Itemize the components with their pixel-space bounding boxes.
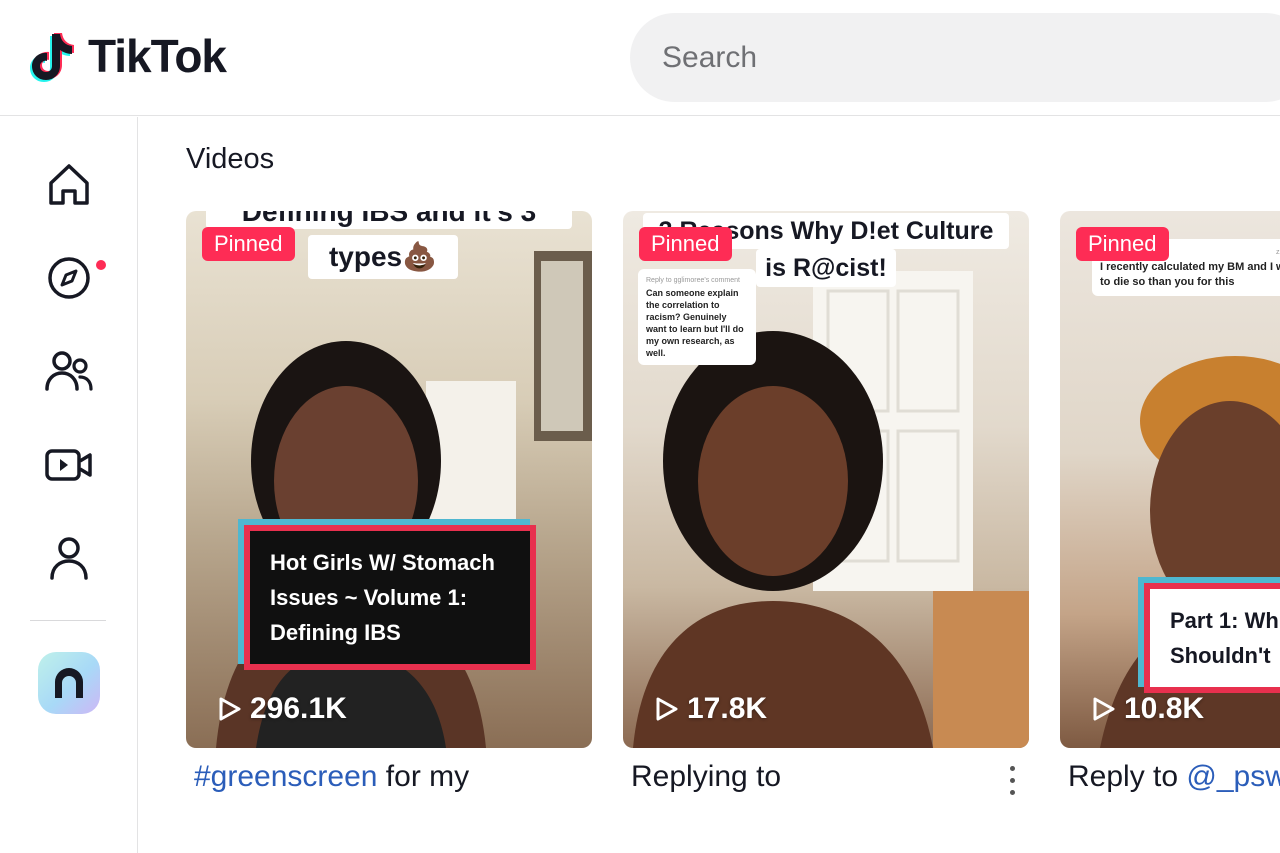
overlay-title-card: Hot Girls W/ Stomach Issues ~ Volume 1: … xyxy=(244,525,536,670)
more-dot xyxy=(1009,777,1015,783)
pinned-badge: Pinned xyxy=(202,227,295,261)
left-sidebar xyxy=(0,117,138,853)
view-count-value: 296.1K xyxy=(250,692,347,725)
overlay-title-card: Part 1: Wh Shouldn't xyxy=(1144,583,1280,693)
view-count: 17.8K xyxy=(655,692,767,726)
hashtag-link[interactable]: #greenscreen xyxy=(194,760,377,793)
live-video-icon xyxy=(45,449,92,481)
pinned-badge: Pinned xyxy=(639,227,732,261)
play-icon xyxy=(656,697,678,721)
video-card-1[interactable]: Defining IBS and it's 3 types💩 Pinned Ho… xyxy=(186,211,592,748)
caption-text: for my xyxy=(377,760,470,793)
view-count-value: 17.8K xyxy=(687,692,768,725)
nav-explore[interactable] xyxy=(38,247,100,309)
comment-meta: Reply to gglimoree's comment xyxy=(646,277,740,284)
video-card-3[interactable]: Pinned zzle's comment I recently calcula… xyxy=(1060,211,1280,748)
comment-text: I recently calculated my BM and I wanted… xyxy=(1100,261,1280,288)
video-caption-3[interactable]: Reply to @_psw xyxy=(1068,760,1280,794)
home-icon xyxy=(49,164,89,205)
app-tile-button[interactable] xyxy=(38,652,100,714)
mention-link[interactable]: @_psw xyxy=(1186,760,1280,793)
brand-wordmark: TikTok xyxy=(88,30,227,82)
overlay-top-line2: types💩 xyxy=(308,235,458,279)
video-caption-1[interactable]: #greenscreen for my xyxy=(194,760,469,794)
arch-app-icon xyxy=(55,668,83,698)
videos-section-title: Videos xyxy=(186,143,275,175)
top-header: TikTok xyxy=(0,0,1280,116)
overlay-card-line2: Issues ~ Volume 1: xyxy=(270,585,468,610)
play-icon xyxy=(219,697,241,721)
video-caption-2[interactable]: Replying to xyxy=(631,760,781,794)
overlay-top-line2: is R@cist! xyxy=(756,249,896,287)
nav-live[interactable] xyxy=(38,434,100,496)
overlay-card-line3: Defining IBS xyxy=(270,620,401,645)
reply-comment-sticker: Reply to gglimoree's comment Can someone… xyxy=(638,269,756,365)
search-bar[interactable] xyxy=(630,13,1280,102)
search-input[interactable] xyxy=(662,40,1222,75)
tiktok-note-icon xyxy=(30,28,82,84)
caption-text: Reply to xyxy=(1068,760,1187,793)
nav-profile[interactable] xyxy=(38,527,100,589)
nav-following[interactable] xyxy=(38,340,100,402)
comment-text: Can someone explain the correlation to r… xyxy=(646,288,744,358)
overlay-card-line2: Shouldn't xyxy=(1170,643,1271,668)
notification-dot xyxy=(96,260,106,270)
nav-home[interactable] xyxy=(38,153,100,215)
person-icon xyxy=(50,537,88,580)
play-icon xyxy=(1093,697,1115,721)
sidebar-divider xyxy=(30,620,106,621)
more-dot xyxy=(1009,765,1015,771)
video-card-2[interactable]: 3 Reasons Why D!et Culture is R@cist! Pi… xyxy=(623,211,1029,748)
view-count: 10.8K xyxy=(1092,692,1204,726)
overlay-card-line1: Part 1: Wh xyxy=(1170,608,1279,633)
pinned-badge: Pinned xyxy=(1076,227,1169,261)
tiktok-logo[interactable]: TikTok xyxy=(30,28,227,84)
caption-text: Replying to xyxy=(631,760,782,793)
more-dot xyxy=(1009,789,1015,795)
overlay-card-line1: Hot Girls W/ Stomach xyxy=(270,550,495,575)
friends-icon xyxy=(45,351,93,391)
more-options-button[interactable] xyxy=(1000,762,1024,798)
view-count: 296.1K xyxy=(218,692,347,726)
compass-icon xyxy=(48,257,90,299)
view-count-value: 10.8K xyxy=(1124,692,1205,725)
